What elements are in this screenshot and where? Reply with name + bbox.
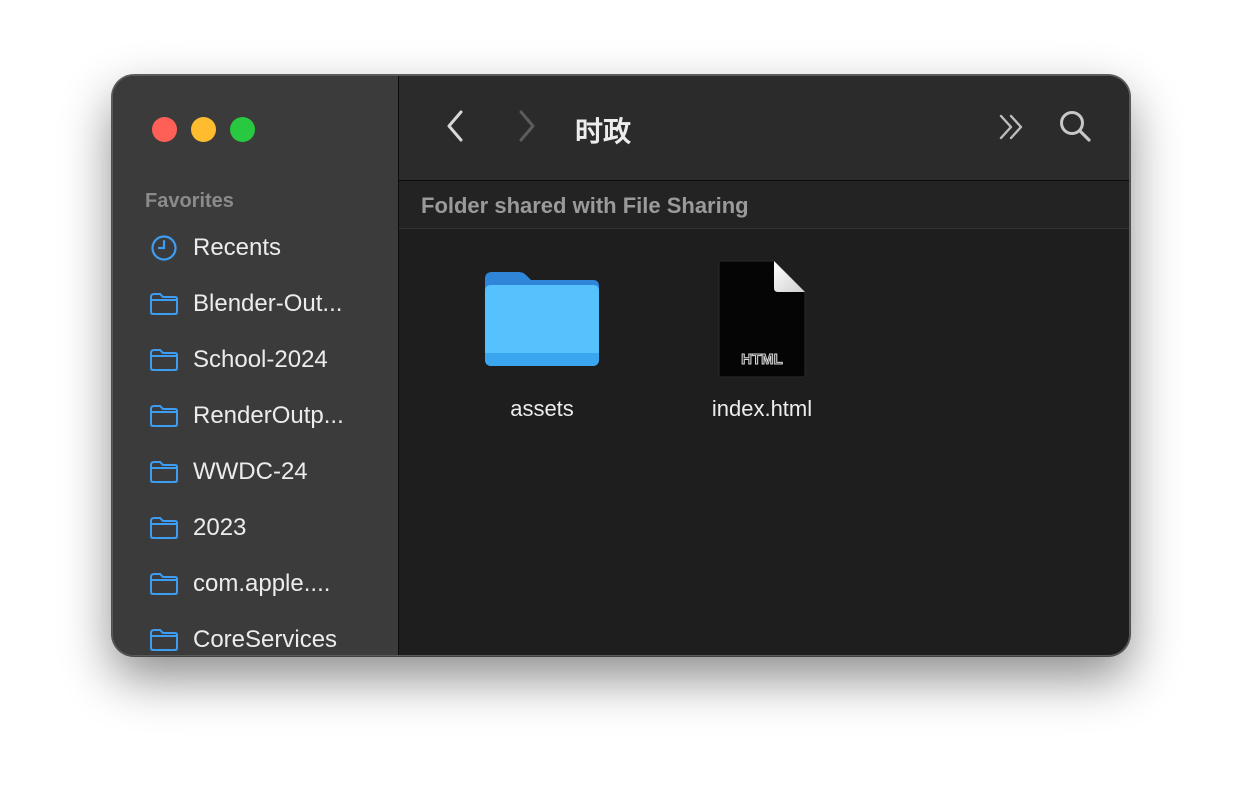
sidebar-item-folder[interactable]: 2023: [113, 500, 398, 556]
sidebar-item-label: School-2024: [193, 346, 328, 373]
shared-folder-notice: Folder shared with File Sharing: [421, 193, 749, 218]
folder-icon: [149, 291, 179, 317]
sidebar-item-label: com.apple....: [193, 570, 331, 597]
folder-icon: [149, 403, 179, 429]
minimize-button[interactable]: [191, 117, 216, 142]
folder-icon: [149, 571, 179, 597]
forward-button[interactable]: [509, 108, 545, 148]
sidebar-item-label: Blender-Out...: [193, 290, 343, 317]
sidebar-item-folder[interactable]: RenderOutp...: [113, 388, 398, 444]
folder-icon: [149, 347, 179, 373]
window-title: 时政: [575, 115, 632, 148]
toolbar-overflow-button[interactable]: [995, 112, 1029, 146]
sidebar-item-recents[interactable]: Recents: [113, 220, 398, 276]
sidebar-item-folder[interactable]: School-2024: [113, 332, 398, 388]
sidebar-item-label: Recents: [193, 234, 282, 261]
folder-icon: [149, 459, 179, 485]
folder-icon: [149, 627, 179, 653]
toolbar: 时政: [399, 76, 1129, 181]
folder-icon: [447, 254, 637, 384]
file-name: index.html: [711, 396, 813, 421]
traffic-lights: [152, 117, 255, 142]
sidebar-item-label: WWDC-24: [193, 458, 308, 485]
chevron-right-icon: [516, 109, 538, 148]
close-button[interactable]: [152, 117, 177, 142]
file-item-assets[interactable]: assets: [447, 254, 637, 422]
sidebar-item-label: RenderOutp...: [193, 402, 344, 429]
sidebar-item-folder[interactable]: com.apple....: [113, 556, 398, 612]
sidebar-list: Recents Blender-Out... School-2024 Rende…: [113, 220, 398, 655]
sidebar-item-label: CoreServices: [193, 626, 338, 653]
html-badge: HTML: [741, 351, 783, 368]
folder-icon: [149, 515, 179, 541]
clock-icon: [149, 235, 179, 261]
sidebar-item-folder[interactable]: CoreServices: [113, 612, 398, 655]
chevron-left-icon: [444, 109, 466, 148]
zoom-button[interactable]: [230, 117, 255, 142]
path-bar: Folder shared with File Sharing: [399, 181, 1129, 229]
file-grid: assets HTML index.html: [399, 229, 1129, 655]
file-name: assets: [510, 396, 574, 421]
sidebar-item-folder[interactable]: Blender-Out...: [113, 276, 398, 332]
search-button[interactable]: [1057, 110, 1093, 146]
sidebar-item-label: 2023: [193, 514, 247, 541]
search-icon: [1058, 109, 1092, 148]
finder-window: Favorites Recents Blender-Out... School-…: [112, 75, 1130, 656]
favorites-heading: Favorites: [145, 190, 234, 212]
sidebar-item-folder[interactable]: WWDC-24: [113, 444, 398, 500]
back-button[interactable]: [437, 108, 473, 148]
file-item-index-html[interactable]: HTML index.html: [667, 254, 857, 422]
html-file-icon: HTML: [667, 254, 857, 384]
double-chevron-right-icon: [997, 113, 1027, 146]
sidebar: Favorites Recents Blender-Out... School-…: [113, 76, 399, 655]
main-pane: 时政 Folder shared with File Sharing asset…: [399, 76, 1129, 655]
